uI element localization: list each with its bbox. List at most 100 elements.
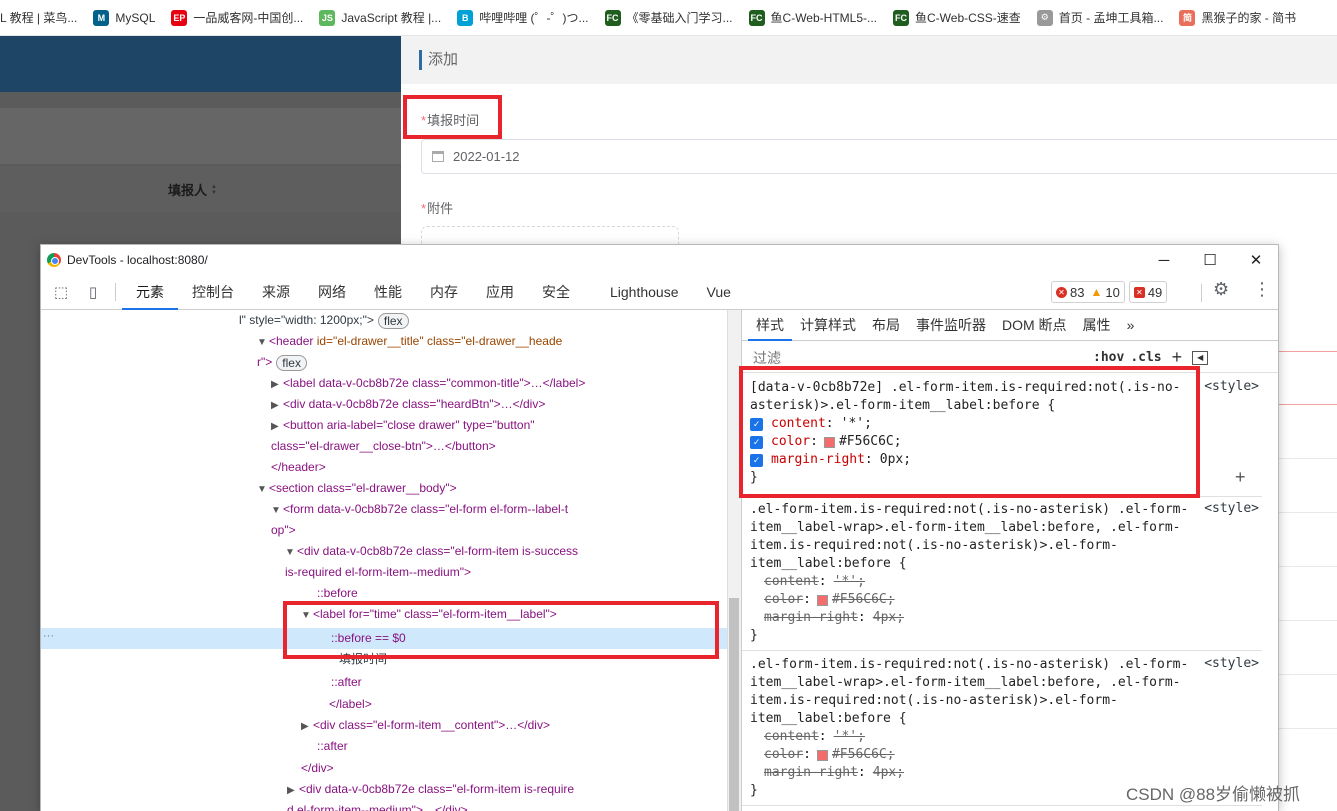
css-property[interactable]: content: '*';: [750, 573, 1254, 591]
expand-icon[interactable]: ▶: [287, 780, 299, 801]
bookmark-item[interactable]: JS JavaScript 教程 |...: [311, 0, 449, 35]
rule-source-link[interactable]: <style>: [1204, 378, 1259, 396]
dom-node-line[interactable]: ▶ <label data-v-0cb8b72e class="common-ti…: [271, 373, 585, 394]
rule-divider: [742, 805, 1262, 806]
hov-toggle[interactable]: :hov: [1093, 350, 1124, 365]
devtools-tab[interactable]: 来源: [248, 275, 304, 310]
property-value: '*';: [833, 729, 865, 744]
css-property[interactable]: color: #F56C6C;: [750, 591, 1254, 609]
styles-tab[interactable]: 布局: [864, 310, 908, 341]
devtools-tab[interactable]: 性能: [360, 275, 416, 310]
collapse-icon[interactable]: ▼: [257, 332, 269, 353]
dom-node-line[interactable]: ▼ <section class="el-drawer__body">: [257, 478, 457, 499]
divider-line: [1279, 458, 1337, 459]
dom-node-line[interactable]: l" style="width: 1200px;"> flex: [239, 310, 409, 331]
dom-node-line[interactable]: ▼ <header id="el-drawer__title" class="el…: [257, 331, 562, 352]
color-swatch[interactable]: [816, 749, 828, 761]
css-property[interactable]: margin-right:4px;: [750, 609, 1254, 627]
dom-node-line[interactable]: ::after: [331, 672, 362, 693]
toggle-sidebar-icon[interactable]: ◀: [1192, 350, 1209, 365]
bookmark-item[interactable]: FC 鱼C-Web-HTML5-...: [741, 0, 885, 35]
rule-selector[interactable]: .el-form-item.is-required:not(.is-no-ast…: [750, 656, 1240, 728]
device-toolbar-icon[interactable]: ▯: [77, 275, 109, 310]
dom-node-text: ::after: [331, 675, 362, 689]
color-swatch[interactable]: [816, 594, 828, 606]
bookmark-item[interactable]: M MySQL: [85, 0, 163, 35]
rule-source-link[interactable]: <style>: [1204, 655, 1259, 673]
dom-node-line[interactable]: ▶ <div data-v-0cb8b72e class="heardBtn">……: [271, 394, 545, 415]
close-button[interactable]: ✕: [1233, 245, 1279, 275]
rule-source-link[interactable]: <style>: [1204, 500, 1259, 518]
devtools-tab[interactable]: 内存: [416, 275, 472, 310]
flex-badge[interactable]: flex: [377, 312, 409, 329]
styles-tab[interactable]: 属性: [1075, 310, 1119, 341]
dom-node-line[interactable]: ▶ <button aria-label="close drawer" type=…: [271, 415, 535, 436]
flex-badge[interactable]: flex: [276, 354, 307, 371]
bookmark-item[interactable]: B 哔哩哔哩 (゜-゜)つ...: [449, 0, 596, 35]
fishc-icon: FC: [604, 9, 621, 26]
divider-line: [1279, 674, 1337, 675]
styles-tab[interactable]: 样式: [748, 310, 792, 341]
more-options-icon[interactable]: ⋮: [1253, 279, 1271, 300]
dom-node-line[interactable]: </header>: [271, 457, 326, 478]
dom-node-line[interactable]: is-required el-form-item--medium">: [285, 562, 471, 583]
dom-node-line[interactable]: op">: [271, 520, 296, 541]
bookmark-item[interactable]: ⚙ 首页 - 孟坤工具箱...: [1029, 0, 1172, 35]
devtools-tab[interactable]: 安全: [528, 275, 584, 310]
bookmark-item[interactable]: FC 《零基础入门学习...: [597, 0, 741, 35]
bookmark-item[interactable]: EP 一品威客网-中国创...: [163, 0, 311, 35]
add-property-icon[interactable]: +: [1235, 467, 1246, 488]
devtools-tab[interactable]: 网络: [304, 275, 360, 310]
expand-icon[interactable]: ▶: [271, 416, 283, 437]
bookmark-label: JavaScript 教程 |...: [341, 11, 442, 25]
cls-toggle[interactable]: .cls: [1130, 350, 1161, 365]
gear-icon[interactable]: ⚙: [1213, 279, 1229, 300]
devtools-tab[interactable]: Vue: [693, 275, 745, 310]
collapse-icon[interactable]: ▼: [257, 479, 269, 500]
dom-node-line[interactable]: </div>: [301, 758, 334, 779]
styles-tab[interactable]: 事件监听器: [908, 310, 994, 341]
elements-scrollbar-thumb[interactable]: [729, 598, 739, 811]
table-header-reporter[interactable]: 填报人 ▲ ▼: [168, 180, 217, 199]
devtools-tab[interactable]: 应用: [472, 275, 528, 310]
styles-tab[interactable]: DOM 断点: [994, 310, 1075, 341]
devtools-tab[interactable]: Lighthouse: [596, 275, 693, 310]
styles-filter-input[interactable]: [753, 349, 1093, 366]
devtools-tab[interactable]: 元素: [122, 275, 178, 310]
expand-icon[interactable]: ▶: [271, 395, 283, 416]
expand-icon[interactable]: ▶: [301, 716, 313, 737]
bookmark-item[interactable]: FC 鱼C-Web-CSS-速查: [885, 0, 1029, 35]
dom-node-line[interactable]: r"> flex: [257, 352, 307, 373]
new-rule-icon[interactable]: +: [1172, 347, 1183, 368]
dom-node-line[interactable]: ▼ <form data-v-0cb8b72e class="el-form el…: [271, 499, 568, 520]
devtools-tab[interactable]: 控制台: [178, 275, 248, 310]
bookmark-label: 首页 - 孟坤工具箱...: [1058, 11, 1164, 25]
dom-node-text: <header: [269, 334, 314, 348]
expand-icon[interactable]: ▶: [271, 374, 283, 395]
styles-tab[interactable]: »: [1119, 310, 1143, 341]
maximize-button[interactable]: ☐: [1187, 245, 1233, 275]
collapse-icon[interactable]: ▼: [271, 500, 283, 521]
dom-node-line[interactable]: </label>: [329, 694, 372, 715]
sort-icon[interactable]: ▲ ▼: [211, 184, 217, 196]
error-warning-badge[interactable]: ✕ 83 ▲ 10: [1051, 281, 1125, 303]
dom-node-line[interactable]: ▶ <div class="el-form-item__content">…</d…: [301, 715, 550, 736]
dom-node-line[interactable]: ▶ <div data-v-0cb8b72e class="el-form-ite…: [287, 779, 574, 800]
dom-node-text: <div data-v-0cb8b72e class="heardBtn">…<…: [283, 397, 546, 411]
styles-tab[interactable]: 计算样式: [792, 310, 864, 341]
dom-node-line[interactable]: ▼ <div data-v-0cb8b72e class="el-form-ite…: [285, 541, 578, 562]
dom-node-line[interactable]: class="el-drawer__close-btn">…</button>: [271, 436, 496, 457]
dom-node-line[interactable]: d el-form-item--medium">…</div>: [287, 800, 468, 811]
bookmark-item[interactable]: L 教程 | 菜鸟...: [0, 0, 85, 35]
css-property[interactable]: color: #F56C6C;: [750, 746, 1254, 764]
date-input[interactable]: 2022-01-12: [421, 139, 1337, 174]
bookmark-item[interactable]: 简黑猴子的家 - 简书: [1171, 0, 1304, 35]
drawer-header: [401, 36, 1337, 84]
dom-node-line[interactable]: ::after: [317, 736, 348, 757]
issues-badge[interactable]: ✕ 49: [1128, 281, 1168, 303]
inspect-icon[interactable]: ⬚: [45, 275, 77, 310]
css-property[interactable]: content: '*';: [750, 728, 1254, 746]
collapse-icon[interactable]: ▼: [285, 542, 297, 563]
minimize-button[interactable]: ─: [1141, 245, 1187, 275]
rule-selector[interactable]: .el-form-item.is-required:not(.is-no-ast…: [750, 501, 1240, 573]
